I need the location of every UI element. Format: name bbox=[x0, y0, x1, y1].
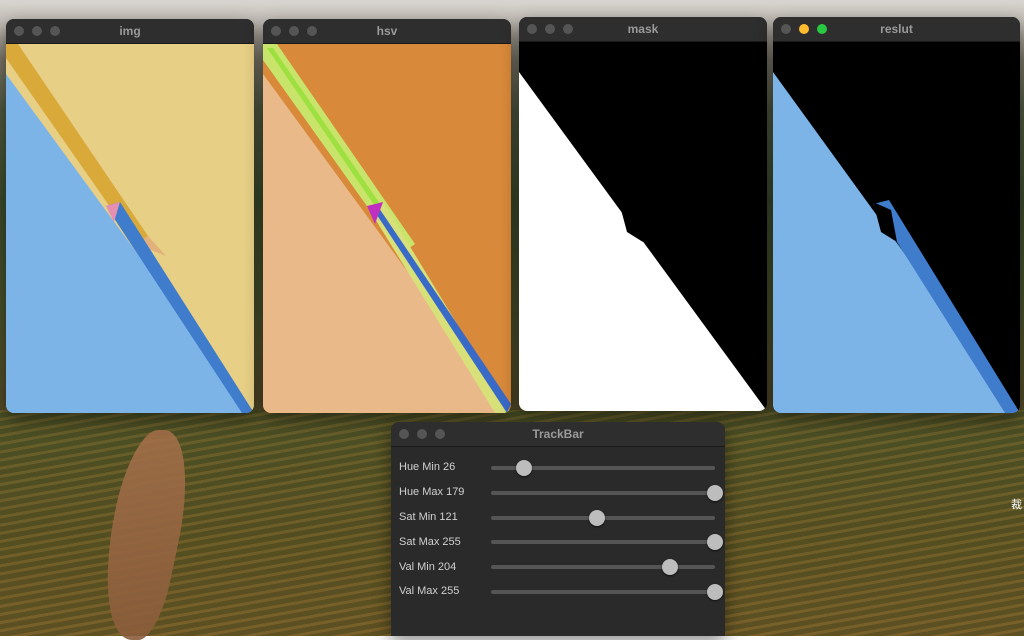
window-img: img bbox=[6, 19, 254, 413]
image-view-mask bbox=[519, 42, 767, 411]
slider-label: Sat Max 255 bbox=[399, 535, 461, 548]
desktop-edge-text: 裁 bbox=[1011, 499, 1022, 511]
slider-knob-sat-min[interactable] bbox=[589, 509, 606, 526]
window-title: hsv bbox=[376, 24, 398, 38]
window-titlebar[interactable]: TrackBar bbox=[391, 422, 725, 447]
window-titlebar[interactable]: reslut bbox=[773, 17, 1020, 42]
window-titlebar[interactable]: mask bbox=[519, 17, 767, 42]
slider-track[interactable] bbox=[491, 589, 715, 594]
slider-label: Hue Max 179 bbox=[399, 486, 465, 499]
slider-label: Hue Min 26 bbox=[399, 461, 456, 474]
window-mask: mask bbox=[519, 17, 767, 411]
slider-label: Val Max 255 bbox=[399, 585, 460, 598]
image-view-reslut bbox=[773, 42, 1020, 413]
slider-label: Val Min 204 bbox=[399, 560, 457, 573]
window-titlebar[interactable]: img bbox=[6, 19, 254, 44]
slider-track[interactable] bbox=[491, 540, 715, 545]
window-title: mask bbox=[627, 22, 659, 36]
window-title: img bbox=[119, 24, 141, 38]
slider-row-val-min: Val Min 204 bbox=[399, 554, 717, 579]
slider-knob-val-min[interactable] bbox=[662, 559, 679, 576]
slider-knob-val-max[interactable] bbox=[707, 583, 723, 600]
slider-row-hue-max: Hue Max 179 bbox=[399, 480, 723, 505]
window-hsv: hsv bbox=[263, 19, 511, 413]
window-reslut: reslut bbox=[773, 17, 1020, 413]
slider-track[interactable] bbox=[491, 565, 715, 570]
slider-row-sat-min: Sat Min 121 bbox=[399, 505, 717, 530]
slider-knob-hue-max[interactable] bbox=[707, 484, 723, 501]
slider-row-hue-min: Hue Min 26 bbox=[399, 455, 717, 480]
trackbar-panel: Hue Min 26 Hue Max 179 Sat Min 121 Sat M… bbox=[391, 447, 725, 604]
window-titlebar[interactable]: hsv bbox=[263, 19, 511, 44]
slider-row-val-max: Val Max 255 bbox=[399, 579, 723, 604]
image-view-img bbox=[6, 44, 254, 413]
window-title: reslut bbox=[880, 22, 913, 36]
slider-track[interactable] bbox=[491, 490, 715, 495]
slider-knob-hue-min[interactable] bbox=[515, 460, 532, 476]
window-trackbar: TrackBar Hue Min 26 Hue Max 179 Sat Min … bbox=[391, 422, 725, 636]
slider-row-sat-max: Sat Max 255 bbox=[399, 529, 723, 554]
image-view-hsv bbox=[263, 44, 511, 413]
window-title: TrackBar bbox=[532, 427, 584, 441]
slider-knob-sat-max[interactable] bbox=[707, 534, 723, 551]
slider-label: Sat Min 121 bbox=[399, 510, 458, 523]
